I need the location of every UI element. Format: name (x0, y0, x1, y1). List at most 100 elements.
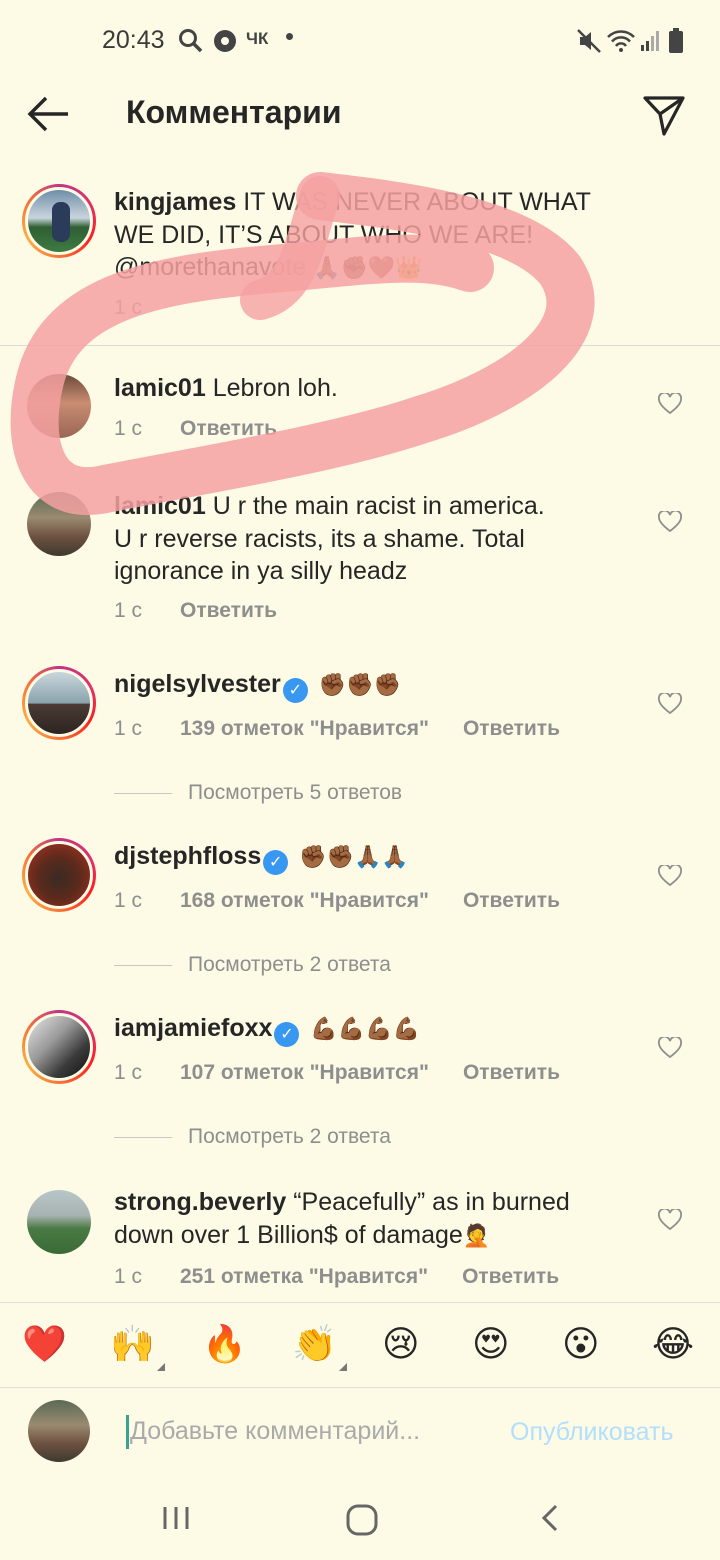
reply-button[interactable]: Ответить (180, 599, 277, 622)
replies-line (114, 792, 172, 794)
heart-icon[interactable] (658, 1209, 682, 1231)
heart-icon[interactable] (658, 693, 682, 715)
heart-icon[interactable] (658, 511, 682, 533)
likes-count[interactable]: 139 отметок "Нравится" (180, 717, 429, 740)
replies-line (114, 964, 172, 966)
view-replies-button[interactable]: Посмотреть 2 ответа (114, 953, 391, 977)
battery-icon (669, 28, 683, 53)
avatar[interactable] (27, 374, 91, 438)
comment-input[interactable] (130, 1410, 490, 1452)
status-bar: 20:43 ЧК (0, 0, 720, 84)
heart-icon[interactable] (658, 1037, 682, 1059)
avatar[interactable] (22, 184, 96, 258)
emoji-glyph: 👏 (292, 1324, 337, 1365)
page-title: Комментарии (126, 94, 342, 130)
emoji-crying-button[interactable]: 😢 (382, 1321, 420, 1369)
caption-emojis: 🙏🏾✊🏾🤎👑 (313, 256, 423, 281)
avatar[interactable] (27, 1190, 91, 1254)
wifi-icon (607, 30, 635, 52)
emoji-laugh-button[interactable]: 😂 (652, 1321, 694, 1369)
comment-meta: 1 с 251 отметка "Нравится" Ответить (114, 1265, 593, 1289)
caption-line1: IT WAS NEVER ABOUT WHAT (236, 188, 591, 216)
dot-icon (286, 33, 293, 40)
emoji-wow-button[interactable]: 😮 (562, 1321, 600, 1369)
caption-text: kingjames IT WAS NEVER ABOUT WHAT WE DID… (114, 186, 654, 286)
comment-emojis: ✊🏾✊🏾✊🏾 (318, 673, 401, 698)
recent-apps-icon[interactable] (160, 1502, 192, 1534)
likes-count[interactable]: 168 отметок "Нравится" (180, 889, 429, 912)
emoji-raised-hands-button[interactable]: 🙌 (110, 1321, 165, 1371)
view-replies-label: Посмотреть 2 ответа (188, 1125, 391, 1148)
timestamp: 1 с (114, 417, 143, 440)
timestamp: 1 с (114, 296, 143, 319)
comment-input-row: Опубликовать (0, 1388, 720, 1476)
home-icon[interactable] (344, 1502, 380, 1538)
variant-corner-icon (156, 1363, 165, 1371)
back-nav-icon[interactable] (536, 1502, 564, 1534)
timestamp: 1 с (114, 889, 143, 912)
comment-line1: U r the main racist in america. (205, 492, 545, 520)
back-arrow-icon[interactable] (24, 94, 74, 134)
my-avatar (28, 1400, 90, 1462)
verified-badge-icon: ✓ (282, 678, 308, 703)
avatar[interactable] (22, 666, 96, 740)
quick-emoji-bar: ❤️ 🙌 🔥 👏 😢 😍 😮 😂 (0, 1302, 720, 1388)
username[interactable]: lamic01 (114, 374, 206, 402)
emoji-glyph: 🙌 (110, 1324, 155, 1365)
heart-icon[interactable] (658, 865, 682, 887)
likes-count[interactable]: 251 отметка "Нравится" (180, 1265, 428, 1288)
username[interactable]: lamic01 (114, 492, 206, 520)
system-nav-bar (0, 1480, 720, 1560)
view-replies-label: Посмотреть 2 ответа (188, 953, 391, 976)
comment-emoji: 🤦 (462, 1223, 491, 1249)
emoji-heart-button[interactable]: ❤️ (22, 1321, 67, 1369)
timestamp: 1 с (114, 1265, 143, 1288)
timestamp: 1 с (114, 1061, 143, 1084)
emoji-fire-button[interactable]: 🔥 (202, 1321, 247, 1369)
username[interactable]: kingjames (114, 188, 236, 216)
likes-count[interactable]: 107 отметок "Нравится" (180, 1061, 429, 1084)
reply-button[interactable]: Ответить (463, 1061, 560, 1084)
publish-button[interactable]: Опубликовать (510, 1418, 673, 1447)
search-status-icon (179, 29, 203, 53)
comment-line1: “Peacefully” as in burned (286, 1188, 570, 1216)
caption-line2: WE DID, IT’S ABOUT WHO WE ARE! (114, 220, 534, 249)
comment-text: strong.beverly “Peacefully” as in burned… (114, 1186, 654, 1253)
avatar[interactable] (27, 492, 91, 556)
comment-text: lamic01 U r the main racist in america. … (114, 490, 654, 588)
emoji-heart-eyes-button[interactable]: 😍 (472, 1321, 510, 1369)
reply-button[interactable]: Ответить (462, 1265, 559, 1288)
comment-meta: 1 с (114, 296, 180, 320)
signal-icon (641, 31, 659, 51)
comment-meta: 1 с Ответить (114, 599, 311, 623)
record-status-icon (214, 30, 236, 52)
reply-button[interactable]: Ответить (463, 717, 560, 740)
heart-icon[interactable] (658, 393, 682, 415)
divider (0, 345, 720, 346)
comment-meta: 1 с Ответить (114, 417, 311, 441)
comment-text: lamic01 Lebron loh. (114, 372, 634, 405)
username[interactable]: strong.beverly (114, 1188, 286, 1216)
comment-line2: U r reverse racists, its a shame. Total (114, 524, 525, 553)
username[interactable]: nigelsylvester (114, 670, 281, 698)
avatar[interactable] (22, 1010, 96, 1084)
avatar[interactable] (22, 838, 96, 912)
comment-meta: 1 с 168 отметок "Нравится" Ответить (114, 889, 594, 913)
reply-button[interactable]: Ответить (180, 417, 277, 440)
view-replies-button[interactable]: Посмотреть 2 ответа (114, 1125, 391, 1149)
comment-body: Lebron loh. (205, 374, 338, 402)
username[interactable]: djstephfloss (114, 842, 261, 870)
comment-meta: 1 с 139 отметок "Нравится" Ответить (114, 717, 594, 741)
mention-link[interactable]: @morethanavote (114, 253, 313, 281)
username[interactable]: iamjamiefoxx (114, 1014, 272, 1042)
comment-meta: 1 с 107 отметок "Нравится" Ответить (114, 1061, 594, 1085)
comment-text: djstephfloss ✓ ✊🏾✊🏾🙏🏾🙏🏾 (114, 840, 634, 875)
reply-button[interactable]: Ответить (463, 889, 560, 912)
view-replies-button[interactable]: Посмотреть 5 ответов (114, 781, 402, 805)
comment-text: nigelsylvester ✓ ✊🏾✊🏾✊🏾 (114, 668, 634, 703)
send-direct-icon[interactable] (640, 92, 688, 138)
header: Комментарии (0, 84, 720, 146)
replies-line (114, 1136, 172, 1138)
comment-emojis: ✊🏾✊🏾🙏🏾🙏🏾 (299, 845, 409, 870)
emoji-clap-button[interactable]: 👏 (292, 1321, 347, 1371)
